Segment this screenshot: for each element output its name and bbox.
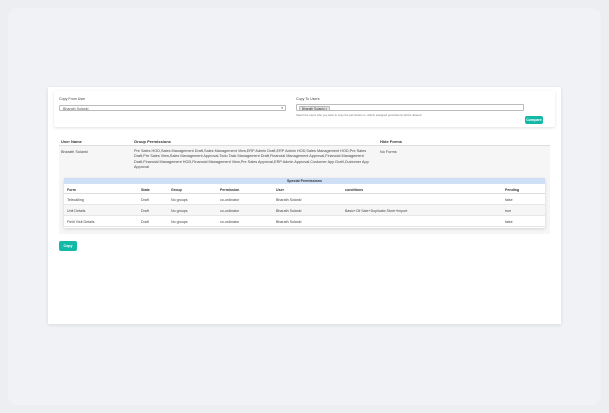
permission-cell: co-ordinator bbox=[220, 208, 240, 213]
copy-button[interactable]: Copy bbox=[59, 241, 77, 251]
permission-cell: co-ordinator bbox=[220, 197, 240, 202]
group-cell: No groups bbox=[171, 197, 188, 202]
user-cell: Bharath Solanki bbox=[276, 208, 302, 213]
state-cell: Draft bbox=[141, 219, 149, 224]
group-cell: No groups bbox=[171, 219, 188, 224]
header-form: Form bbox=[67, 187, 76, 192]
user-cell: Bharath Solanki bbox=[276, 197, 302, 202]
special-permissions-header: Form State Group Permission User conditi… bbox=[64, 185, 545, 194]
table-row: Telecalling Draft No groups co-ordinator… bbox=[64, 194, 545, 205]
permission-cell: co-ordinator bbox=[220, 219, 240, 224]
copy-from-select[interactable]: Bharath Solanki ▾ bbox=[59, 105, 286, 111]
copy-to-hint: Select the users who you want to copy th… bbox=[296, 113, 423, 117]
header-pending: Pending bbox=[505, 187, 520, 192]
copy-from-label: Copy From User bbox=[59, 97, 86, 101]
special-permissions-card: Special Permissions Form State Group Per… bbox=[64, 178, 545, 228]
form-cell: Telecalling bbox=[67, 197, 84, 202]
selected-user-chip[interactable]: Bharath Solanki × bbox=[299, 106, 331, 111]
header-state: State bbox=[141, 187, 150, 192]
header-user-name: User Name bbox=[61, 139, 82, 144]
copy-to-multiselect[interactable]: Bharath Solanki × bbox=[296, 104, 524, 111]
header-user: User bbox=[276, 187, 284, 192]
copy-to-label: Copy To Users bbox=[296, 97, 320, 101]
permissions-table-header: User Name Group Permissions Hide Forms bbox=[59, 136, 550, 146]
header-hide-forms: Hide Forms bbox=[380, 139, 403, 144]
header-group: Group bbox=[171, 187, 182, 192]
table-row: Unit Details Draft No groups co-ordinato… bbox=[64, 205, 545, 216]
pending-cell: true bbox=[505, 208, 512, 213]
pending-cell: false bbox=[505, 219, 513, 224]
hide-forms-cell: No Forms bbox=[380, 150, 397, 154]
compare-button[interactable]: Compare bbox=[525, 116, 543, 124]
user-name-cell: Bharath Solanki bbox=[61, 150, 88, 154]
close-icon[interactable]: × bbox=[325, 107, 327, 111]
user-cell: Bharath Solanki bbox=[276, 219, 302, 224]
chevron-down-icon[interactable]: ▾ bbox=[281, 106, 283, 110]
state-cell: Draft bbox=[141, 208, 149, 213]
header-permission: Permission bbox=[220, 187, 240, 192]
conditions-cell: Basic+Oil Sale+Duplicate,Store+Import bbox=[345, 208, 408, 213]
pending-cell: false bbox=[505, 197, 513, 202]
special-permissions-title: Special Permissions bbox=[64, 178, 545, 184]
state-cell: Draft bbox=[141, 197, 149, 202]
copy-from-value: Bharath Solanki bbox=[63, 106, 89, 111]
form-cell: Field Visit Details bbox=[67, 219, 95, 224]
header-group-permissions: Group Permissions bbox=[134, 139, 171, 144]
table-row: Field Visit Details Draft No groups co-o… bbox=[64, 216, 545, 227]
header-conditions: conditions bbox=[345, 187, 364, 192]
form-cell: Unit Details bbox=[67, 208, 86, 213]
group-cell: No groups bbox=[171, 208, 188, 213]
chip-label: Bharath Solanki bbox=[302, 107, 325, 111]
group-permissions-cell: Pre Sales HOD,Sales Management Draft,Sal… bbox=[134, 149, 369, 170]
